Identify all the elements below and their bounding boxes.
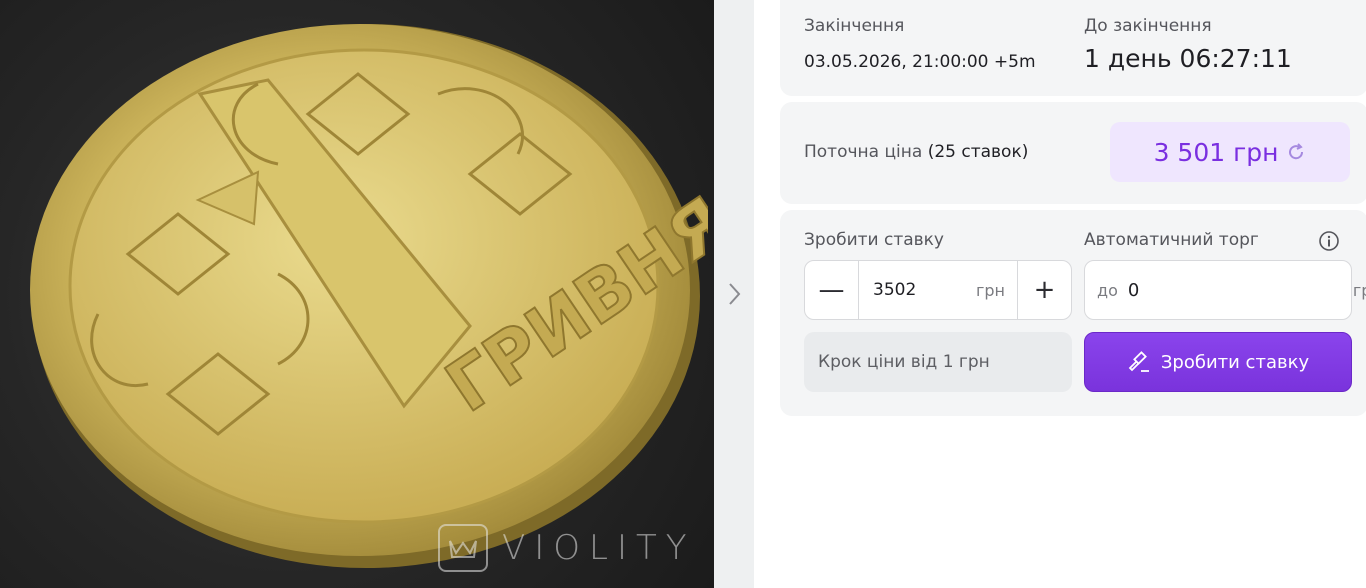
bid-amount-field: грн bbox=[858, 261, 1018, 319]
watermark: VIOLITY bbox=[438, 524, 696, 572]
remaining-value: 1 день 06:27:11 bbox=[1084, 44, 1292, 73]
auction-timing-card: Закінчення 03.05.2026, 21:00:00 +5m До з… bbox=[780, 0, 1366, 96]
auto-bid-label: Автоматичний торг bbox=[1084, 230, 1259, 250]
gavel-icon bbox=[1128, 351, 1149, 372]
place-bid-button[interactable]: Зробити ставку bbox=[1084, 332, 1352, 392]
current-price-chip: 3 501 грн bbox=[1110, 122, 1350, 182]
auto-bid-field: до грн bbox=[1084, 260, 1366, 320]
bid-card: Зробити ставку Автоматичний торг — грн +… bbox=[780, 210, 1366, 416]
end-value: 03.05.2026, 21:00:00 +5m bbox=[804, 52, 1036, 72]
current-price-label: Поточна ціна (25 ставок) bbox=[804, 142, 1028, 162]
auto-bid-prefix: до bbox=[1097, 280, 1118, 300]
lot-image-gallery[interactable]: ГРИВНЯ VIOLITY bbox=[0, 0, 714, 588]
price-step-hint: Крок ціни від 1 грн bbox=[804, 332, 1072, 392]
remaining-label: До закінчення bbox=[1084, 16, 1212, 36]
bid-amount-stepper: — грн + bbox=[804, 260, 1072, 320]
current-price-card: Поточна ціна (25 ставок) 3 501 грн bbox=[780, 102, 1366, 204]
next-image-button[interactable] bbox=[714, 0, 754, 588]
watermark-text: VIOLITY bbox=[502, 528, 696, 568]
auto-bid-input[interactable] bbox=[1127, 279, 1353, 301]
decrement-button[interactable]: — bbox=[805, 261, 858, 319]
info-icon[interactable] bbox=[1318, 230, 1340, 252]
current-price-text: Поточна ціна bbox=[804, 142, 923, 162]
current-price-value: 3 501 грн bbox=[1153, 137, 1279, 167]
chevron-right-icon bbox=[729, 283, 741, 305]
bid-amount-unit: грн bbox=[975, 280, 1005, 300]
refresh-icon[interactable] bbox=[1286, 142, 1306, 162]
make-bid-label: Зробити ставку bbox=[804, 230, 944, 250]
place-bid-label: Зробити ставку bbox=[1160, 351, 1310, 373]
bid-amount-input[interactable] bbox=[873, 280, 963, 300]
coin-photo: ГРИВНЯ bbox=[30, 24, 708, 568]
auto-bid-unit: грн bbox=[1352, 280, 1366, 300]
violity-logo-icon bbox=[438, 524, 488, 572]
auction-panel: Закінчення 03.05.2026, 21:00:00 +5m До з… bbox=[754, 0, 1366, 588]
bids-count[interactable]: (25 ставок) bbox=[928, 142, 1029, 162]
end-label: Закінчення bbox=[804, 16, 905, 36]
increment-button[interactable]: + bbox=[1018, 261, 1071, 319]
